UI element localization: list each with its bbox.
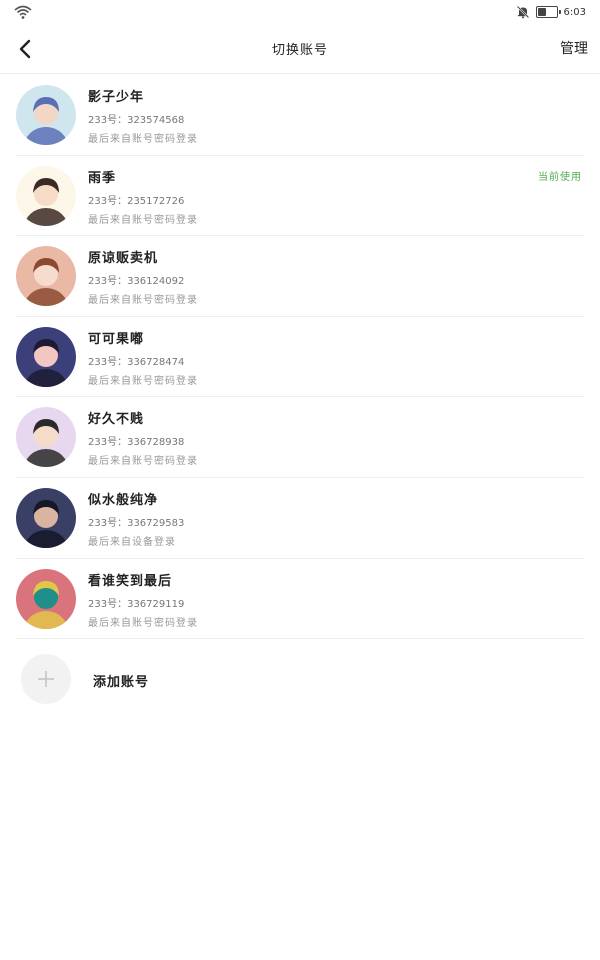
avatar-image	[16, 407, 76, 468]
avatar	[16, 85, 76, 145]
avatar	[16, 246, 76, 307]
account-login-method: 最后来自账号密码登录	[88, 214, 198, 226]
battery-icon	[535, 6, 561, 18]
account-login-method: 最后来自账号密码登录	[88, 617, 198, 629]
add-account-button[interactable]: 添加账号	[16, 650, 416, 708]
avatar-image	[16, 85, 76, 145]
account-item[interactable]: 看谁笑到最后 233号：336729119 最后来自账号密码登录	[16, 559, 584, 640]
avatar	[16, 326, 76, 387]
account-login-method: 最后来自设备登录	[88, 536, 176, 548]
bell-muted-icon	[516, 5, 529, 19]
avatar-image	[16, 165, 76, 226]
status-time: 6:03	[563, 6, 586, 18]
account-name: 看谁笑到最后	[88, 573, 173, 589]
account-item[interactable]: 似水般纯净 233号：336729583 最后来自设备登录	[16, 478, 584, 559]
account-name: 影子少年	[88, 90, 145, 105]
account-login-method: 最后来自账号密码登录	[88, 134, 198, 145]
account-id: 233号：235172726	[88, 195, 185, 207]
account-id: 233号：323574568	[88, 115, 185, 126]
avatar-image	[16, 487, 76, 548]
avatar	[16, 165, 76, 226]
avatar-image	[16, 568, 76, 629]
account-item[interactable]: 影子少年 233号：323574568 最后来自账号密码登录	[16, 75, 584, 156]
avatar	[16, 568, 76, 629]
avatar-image	[16, 246, 76, 307]
account-item[interactable]: 原谅贩卖机 233号：336124092 最后来自账号密码登录	[16, 236, 584, 317]
current-account-tag: 当前使用	[538, 171, 582, 183]
account-list: 影子少年 233号：323574568 最后来自账号密码登录 雨季 233号：23517…	[16, 75, 584, 640]
account-name: 雨季	[88, 170, 117, 186]
account-id: 233号：336728938	[88, 437, 185, 449]
account-login-method: 最后来自账号密码登录	[88, 295, 198, 307]
page-title: 切换账号	[271, 43, 328, 58]
account-id: 233号：336728474	[88, 356, 185, 368]
manage-button[interactable]: 管理	[560, 38, 588, 58]
avatar-image	[16, 326, 76, 387]
battery-level	[537, 8, 546, 16]
account-name: 好久不贱	[88, 412, 145, 428]
wifi-icon	[14, 5, 32, 19]
add-circle	[21, 654, 71, 704]
account-item[interactable]: 雨季 233号：235172726 最后来自账号密码登录 当前使用	[16, 156, 584, 237]
account-id: 233号：336729583	[88, 517, 185, 529]
account-name: 原谅贩卖机	[88, 251, 159, 267]
account-name: 可可果嘟	[88, 331, 145, 347]
account-item[interactable]: 好久不贱 233号：336728938 最后来自账号密码登录	[16, 397, 584, 478]
account-login-method: 最后来自账号密码登录	[88, 375, 198, 387]
account-login-method: 最后来自账号密码登录	[88, 456, 198, 468]
account-id: 233号：336124092	[88, 276, 185, 288]
plus-icon	[38, 671, 54, 687]
status-right: 6:03	[516, 4, 586, 20]
avatar	[16, 487, 76, 548]
account-id: 233号：336729119	[88, 598, 185, 610]
title-bar: 切换账号 管理	[0, 24, 600, 74]
account-item[interactable]: 可可果嘟 233号：336728474 最后来自账号密码登录	[16, 317, 584, 398]
avatar	[16, 407, 76, 468]
status-bar: 6:03	[0, 0, 600, 24]
account-name: 似水般纯净	[88, 492, 159, 508]
add-account-label: 添加账号	[93, 675, 150, 690]
